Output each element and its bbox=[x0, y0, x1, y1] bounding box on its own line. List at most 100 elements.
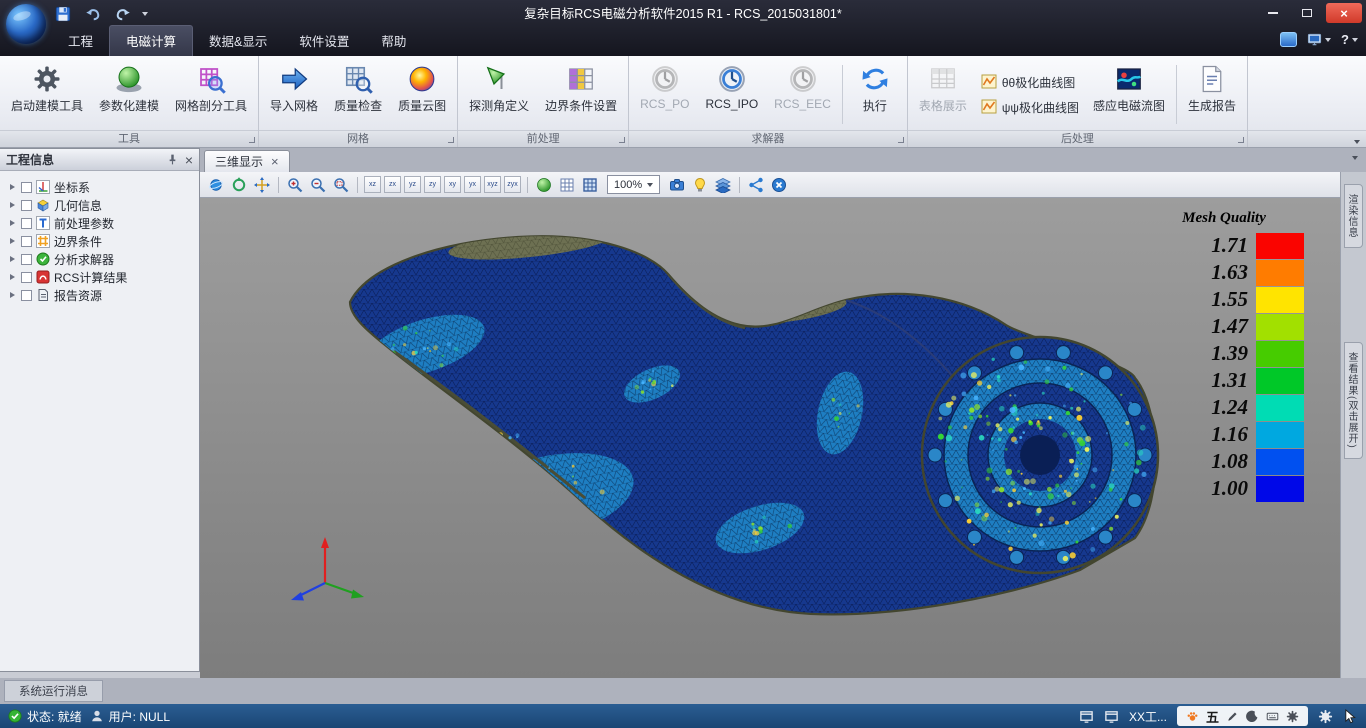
table-display-button[interactable]: 表格展示 bbox=[911, 59, 975, 130]
3d-viewport[interactable]: Mesh Quality 1.71 1.63 1.55 1.47 1.39 1.… bbox=[200, 198, 1340, 678]
pan-view-button[interactable] bbox=[252, 175, 272, 195]
pen-icon[interactable] bbox=[1226, 710, 1239, 723]
tab-help[interactable]: 帮助 bbox=[365, 26, 422, 56]
psi-polarization-curve-button[interactable]: ψψ极化曲线图 bbox=[981, 99, 1079, 116]
window-tray-icon[interactable] bbox=[1079, 709, 1094, 724]
titlebar[interactable]: 复杂目标RCS电磁分析软件2015 R1 - RCS_2015031801* × bbox=[0, 0, 1366, 28]
orbit-view-button[interactable] bbox=[206, 175, 226, 195]
tab-software-settings[interactable]: 软件设置 bbox=[283, 26, 365, 56]
expand-arrow-icon[interactable] bbox=[10, 202, 15, 208]
view-iso-button[interactable]: xyz bbox=[484, 176, 501, 193]
pin-icon[interactable] bbox=[166, 153, 179, 166]
ime-logo-icon[interactable] bbox=[1186, 710, 1199, 723]
dialog-launcher-icon[interactable] bbox=[619, 137, 625, 143]
checkbox[interactable] bbox=[21, 182, 32, 193]
expand-arrow-icon[interactable] bbox=[10, 292, 15, 298]
quality-check-button[interactable]: 质量检查 bbox=[326, 59, 390, 130]
view-front-button[interactable]: xz bbox=[364, 176, 381, 193]
checkbox[interactable] bbox=[21, 254, 32, 265]
theta-polarization-curve-button[interactable]: θθ极化曲线图 bbox=[981, 74, 1079, 91]
expand-arrow-icon[interactable] bbox=[10, 220, 15, 226]
shaded-mode-button[interactable] bbox=[534, 175, 554, 195]
checkbox[interactable] bbox=[21, 200, 32, 211]
dialog-launcher-icon[interactable] bbox=[249, 137, 255, 143]
redo-button[interactable] bbox=[112, 3, 134, 25]
rcs-ipo-button[interactable]: RCS_IPO bbox=[697, 59, 766, 130]
side-tab-view-results[interactable]: 查看结果(双击展开) bbox=[1344, 342, 1363, 459]
tab-list-chevron-icon[interactable] bbox=[1352, 156, 1358, 160]
tree-item-geometry-info[interactable]: 几何信息 bbox=[4, 196, 195, 214]
lighting-button[interactable] bbox=[690, 175, 710, 195]
dialog-launcher-icon[interactable] bbox=[1238, 137, 1244, 143]
maximize-button[interactable] bbox=[1292, 3, 1322, 23]
quality-cloud-map-button[interactable]: 质量云图 bbox=[390, 59, 454, 130]
app-logo[interactable] bbox=[6, 4, 46, 44]
minimize-button[interactable] bbox=[1258, 3, 1288, 23]
expand-arrow-icon[interactable] bbox=[10, 256, 15, 262]
tree-item-report-resources[interactable]: 报告资源 bbox=[4, 286, 195, 304]
tab-project[interactable]: 工程 bbox=[52, 26, 109, 56]
view-bottom-button[interactable]: yx bbox=[464, 176, 481, 193]
tree-item-analysis-solver[interactable]: 分析求解器 bbox=[4, 250, 195, 268]
ime-settings-gear-icon[interactable] bbox=[1286, 710, 1299, 723]
generate-report-button[interactable]: 生成报告 bbox=[1180, 59, 1244, 130]
view-left-button[interactable]: zy bbox=[424, 176, 441, 193]
share-button[interactable] bbox=[746, 175, 766, 195]
system-message-tab[interactable]: 系统运行消息 bbox=[4, 680, 103, 702]
wireframe-mode-button[interactable] bbox=[557, 175, 577, 195]
theme-button[interactable] bbox=[1280, 32, 1297, 47]
panel-close-icon[interactable]: × bbox=[185, 153, 193, 167]
launch-modeling-tool-button[interactable]: 启动建模工具 bbox=[3, 59, 91, 130]
side-tab-render-info[interactable]: 渲染信息 bbox=[1344, 184, 1363, 248]
refresh-view-button[interactable] bbox=[229, 175, 249, 195]
snapshot-button[interactable] bbox=[667, 175, 687, 195]
checkbox[interactable] bbox=[21, 272, 32, 283]
dialog-launcher-icon[interactable] bbox=[898, 137, 904, 143]
boundary-condition-settings-button[interactable]: 边界条件设置 bbox=[537, 59, 625, 130]
input-method-bar[interactable]: 五 bbox=[1177, 706, 1308, 726]
tab-close-icon[interactable]: × bbox=[271, 155, 279, 168]
moon-icon[interactable] bbox=[1246, 710, 1259, 723]
window-layout-button[interactable] bbox=[1307, 32, 1331, 47]
save-button[interactable] bbox=[52, 3, 74, 25]
window-tray-icon[interactable] bbox=[1104, 709, 1119, 724]
settings-gear-icon[interactable] bbox=[1318, 709, 1333, 724]
zoom-level-select[interactable]: 100% bbox=[607, 175, 660, 194]
probe-angle-define-button[interactable]: 探测角定义 bbox=[461, 59, 537, 130]
tree-item-rcs-results[interactable]: RCS计算结果 bbox=[4, 268, 195, 286]
ribbon-collapse-chevron-icon[interactable] bbox=[1354, 140, 1360, 144]
rcs-po-button[interactable]: RCS_PO bbox=[632, 59, 697, 130]
view-right-button[interactable]: yz bbox=[404, 176, 421, 193]
view-top-button[interactable]: xy bbox=[444, 176, 461, 193]
import-mesh-button[interactable]: 导入网格 bbox=[262, 59, 326, 130]
stop-button[interactable] bbox=[769, 175, 789, 195]
close-button[interactable]: × bbox=[1326, 3, 1362, 23]
checkbox[interactable] bbox=[21, 218, 32, 229]
expand-arrow-icon[interactable] bbox=[10, 238, 15, 244]
view-back-button[interactable]: zx bbox=[384, 176, 401, 193]
quick-access-customize-icon[interactable] bbox=[142, 12, 148, 16]
execute-button[interactable]: 执行 bbox=[846, 59, 904, 130]
tab-em-computation[interactable]: 电磁计算 bbox=[109, 25, 193, 56]
keyboard-icon[interactable] bbox=[1266, 710, 1279, 723]
tree-item-coordinate-system[interactable]: 坐标系 bbox=[4, 178, 195, 196]
mesh-mode-button[interactable] bbox=[580, 175, 600, 195]
tree-item-preprocess-params[interactable]: 前处理参数 bbox=[4, 214, 195, 232]
ime-mode-label[interactable]: 五 bbox=[1206, 707, 1219, 726]
checkbox[interactable] bbox=[21, 236, 32, 247]
parametric-modeling-button[interactable]: 参数化建模 bbox=[91, 59, 167, 130]
tree-item-boundary-conditions[interactable]: 边界条件 bbox=[4, 232, 195, 250]
dialog-launcher-icon[interactable] bbox=[448, 137, 454, 143]
help-button[interactable]: ? bbox=[1341, 32, 1358, 47]
layers-button[interactable] bbox=[713, 175, 733, 195]
expand-arrow-icon[interactable] bbox=[10, 184, 15, 190]
view-iso2-button[interactable]: zyx bbox=[504, 176, 521, 193]
tab-data-display[interactable]: 数据&显示 bbox=[193, 26, 283, 56]
tab-3d-display[interactable]: 三维显示 × bbox=[204, 150, 290, 172]
induced-current-map-button[interactable]: 感应电磁流图 bbox=[1085, 59, 1173, 130]
zoom-out-button[interactable] bbox=[308, 175, 328, 195]
expand-arrow-icon[interactable] bbox=[10, 274, 15, 280]
checkbox[interactable] bbox=[21, 290, 32, 301]
undo-button[interactable] bbox=[82, 3, 104, 25]
zoom-window-button[interactable] bbox=[331, 175, 351, 195]
